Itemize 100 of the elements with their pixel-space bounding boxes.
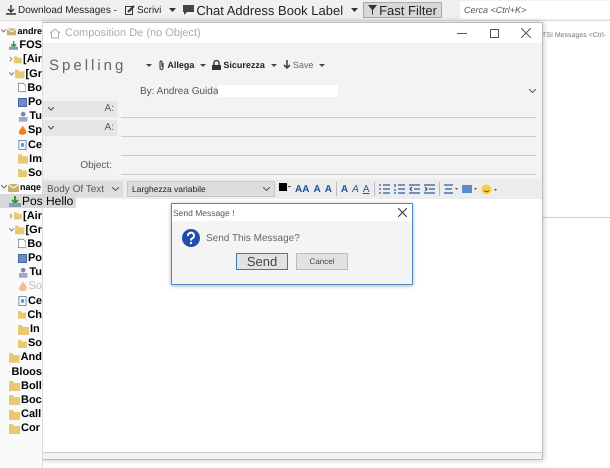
folder-item[interactable]: Call (0, 407, 42, 422)
folder-label: Ce (28, 294, 42, 307)
toolbar-button[interactable]: Fast Filter (363, 2, 442, 18)
folder-item[interactable]: Tu (0, 109, 42, 124)
folder-item[interactable]: Cor (0, 421, 42, 436)
folder-item[interactable]: Boll (0, 378, 42, 393)
dialog-message: Send This Message? (206, 232, 300, 244)
folder-item[interactable]: Po (0, 251, 42, 266)
image-icon (462, 184, 476, 194)
folder-label: Cor (21, 422, 40, 434)
trash-icon (18, 295, 27, 306)
folder-label: And (20, 351, 42, 364)
folder-item[interactable]: Po (0, 94, 42, 110)
toolbar-button[interactable]: Chat Address Book Label (181, 2, 346, 18)
text-style-button[interactable]: A (340, 184, 348, 194)
folder-label: [Gr (26, 224, 42, 236)
folder-label: [Air (23, 210, 42, 222)
close-icon (521, 28, 531, 38)
folder-label: So (28, 280, 42, 292)
download-icon (282, 60, 291, 70)
chevron-down-icon (263, 187, 270, 191)
dialog-button[interactable]: Cancel (296, 253, 348, 270)
align-icon (444, 184, 458, 194)
contacts-icon (18, 110, 28, 122)
from-label: By: Andrea Guida (140, 86, 218, 96)
folder-label: Bloos (11, 366, 42, 378)
toolbar-button[interactable]: Allega (158, 57, 194, 73)
font-select[interactable]: Larghezza variabile (127, 181, 275, 197)
chevron-right-icon (9, 212, 14, 219)
folder-item[interactable]: naqe (0, 180, 42, 194)
search-field[interactable]: Cerca <Ctrl+K> (460, 1, 610, 19)
folder-item[interactable]: Ce (0, 138, 42, 152)
subject-label: Object: (79, 160, 112, 171)
chevron-down-icon (48, 106, 54, 110)
text-style-button[interactable]: A (362, 184, 370, 194)
folder-item[interactable]: Pos Hello (0, 194, 76, 208)
folder-item[interactable]: Ce (0, 294, 42, 308)
folder-item[interactable]: So (0, 166, 42, 180)
folder-label: Ch (27, 308, 42, 321)
dialog-button[interactable]: Send (236, 253, 288, 270)
toolbar-button[interactable]: Download Messages - (4, 2, 119, 18)
window-icon (18, 96, 27, 108)
caret-icon (350, 8, 358, 12)
folder-item[interactable]: Bo (0, 80, 42, 95)
folder-label: [Gr (26, 68, 42, 80)
folder-label: So (28, 166, 42, 179)
folder-item[interactable]: [Air (0, 52, 42, 67)
caret-icon (168, 8, 176, 12)
folder-item[interactable]: So (0, 336, 42, 350)
bullet-list-icon (378, 184, 390, 194)
minimize-icon (457, 32, 467, 34)
recipient-type-select[interactable]: A: (43, 120, 117, 136)
lock-icon (212, 60, 222, 70)
paragraph-format-select[interactable]: Body Of Text (43, 181, 123, 197)
inbox-icon (9, 40, 18, 51)
trash-icon (18, 139, 27, 150)
folder-item[interactable]: In (0, 322, 42, 336)
folder-label: Bo (27, 238, 42, 250)
font-size-button[interactable]: AA (295, 184, 310, 194)
folder-item[interactable]: Sp (0, 123, 42, 138)
caret-icon (146, 64, 152, 66)
download-icon (6, 5, 16, 15)
smiley-icon (480, 184, 496, 194)
inbox-icon (9, 196, 21, 207)
folder-label: So (28, 337, 42, 350)
folder-item[interactable]: Boc (0, 392, 42, 408)
maximize-icon (490, 28, 498, 38)
folder-item[interactable]: Tu (0, 265, 42, 280)
folder-item[interactable]: [Air (0, 208, 42, 223)
chevron-down-icon (528, 89, 536, 93)
dialog-title: Send Message ! (173, 208, 234, 218)
folder-label: andre (17, 26, 42, 36)
folder-item[interactable]: [Gr (0, 222, 42, 237)
chat-icon (183, 5, 194, 15)
toolbar-button[interactable]: Save (282, 57, 314, 73)
toolbar-button[interactable]: Scrivi (122, 2, 164, 18)
text-style-button[interactable]: A (352, 184, 359, 194)
recipient-type-select[interactable]: A: (43, 100, 117, 116)
folder-item[interactable]: Bo (0, 236, 42, 251)
contacts-icon (18, 266, 28, 278)
folder-label: FOS (19, 39, 42, 52)
font-size-button[interactable]: A (324, 184, 332, 194)
folder-item[interactable]: andre (0, 24, 42, 38)
paperclip-icon (158, 60, 166, 70)
toolbar-button[interactable]: Sicurezza (212, 57, 265, 73)
folder-label: Call (21, 408, 42, 420)
folder-item[interactable]: FOS (0, 38, 42, 52)
window-title: Composition De (no Object) (65, 27, 201, 39)
folder-label: Tu (29, 266, 42, 278)
toolbar-button[interactable]: Spelling (49, 57, 126, 73)
folder-item[interactable]: Ch (0, 308, 42, 322)
folder-item[interactable]: [Gr (0, 66, 42, 81)
folder-item[interactable]: And (0, 350, 42, 364)
folder-label: Ce (28, 138, 42, 151)
chevron-down-icon (9, 226, 14, 233)
filter-icon (368, 5, 378, 15)
numbered-list-icon (394, 184, 404, 194)
folder-item[interactable]: Im (0, 152, 42, 166)
font-size-button[interactable]: A (313, 184, 321, 194)
folder-item[interactable]: Bloos (0, 364, 42, 379)
